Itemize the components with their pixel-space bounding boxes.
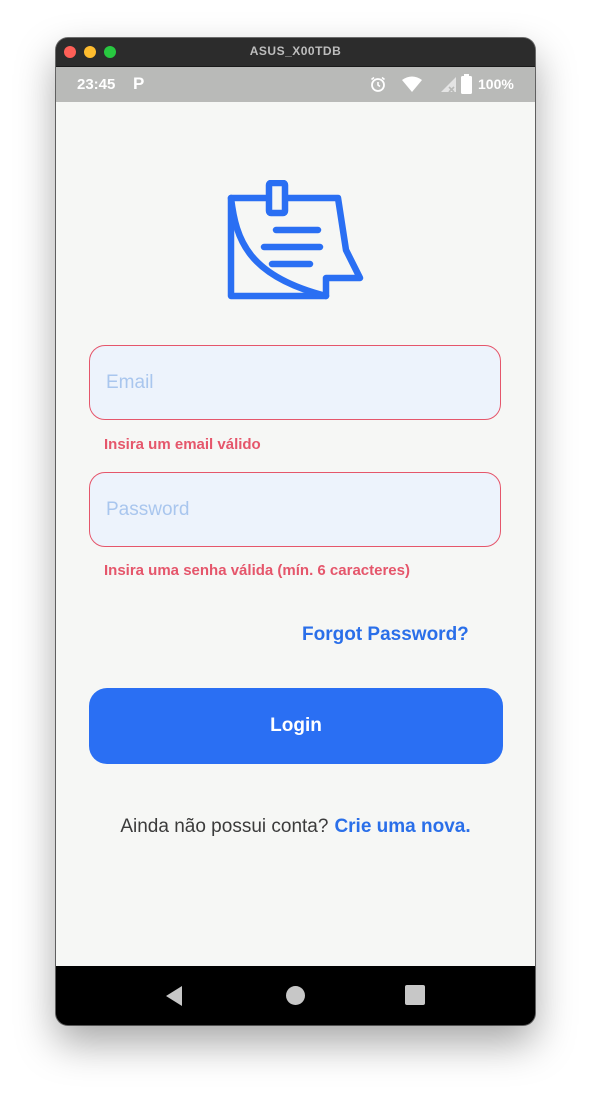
- password-error-message: Insira uma senha válida (mín. 6 caracter…: [104, 562, 410, 579]
- forgot-password-link[interactable]: Forgot Password?: [302, 624, 469, 646]
- emulator-window: ASUS_X00TDB 23:45 P 100% Email Insira um…: [56, 38, 535, 1025]
- recents-icon[interactable]: [405, 985, 425, 1005]
- window-title: ASUS_X00TDB: [249, 44, 342, 58]
- android-status-bar: 23:45 P 100%: [56, 67, 535, 102]
- battery-icon: [461, 74, 472, 94]
- login-button[interactable]: Login: [89, 688, 503, 764]
- password-field[interactable]: [89, 472, 501, 547]
- home-icon[interactable]: [285, 985, 306, 1006]
- wifi-icon: [402, 76, 422, 92]
- email-error-message: Insira um email válido: [104, 436, 261, 453]
- create-account-link[interactable]: Crie uma nova.: [334, 816, 470, 837]
- alarm-icon: [371, 76, 385, 92]
- signup-prompt-text: Ainda não possui conta?: [120, 816, 329, 837]
- signal-icon: [441, 77, 456, 93]
- sticky-note-icon: [227, 180, 364, 300]
- battery-percentage: 100%: [478, 76, 514, 92]
- signup-prompt-row: Ainda não possui conta? Crie uma nova.: [56, 816, 535, 838]
- password-input[interactable]: [90, 473, 500, 546]
- notification-app-icon: P: [133, 74, 145, 93]
- back-icon[interactable]: [164, 985, 184, 1007]
- android-navigation-bar: [56, 966, 535, 1025]
- login-screen: Insira um email válido Insira uma senha …: [56, 102, 535, 966]
- email-input[interactable]: [90, 346, 500, 419]
- window-titlebar: ASUS_X00TDB: [56, 38, 535, 67]
- email-field[interactable]: [89, 345, 501, 420]
- status-time: 23:45: [77, 76, 116, 93]
